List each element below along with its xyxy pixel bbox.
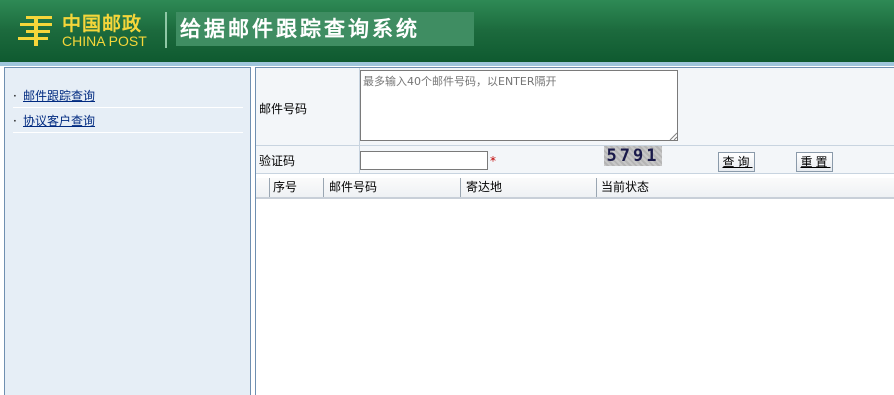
header-divider: [165, 12, 167, 48]
row-divider: [256, 145, 894, 146]
query-button[interactable]: 查询: [718, 152, 755, 172]
china-post-logo-icon: [18, 16, 52, 46]
column-header-destination: 寄达地: [460, 178, 598, 197]
bullet: ·: [13, 114, 17, 128]
column-header-seq: 序号: [269, 178, 325, 197]
logo-text-cn: 中国邮政: [62, 13, 143, 35]
mail-number-label: 邮件号码: [259, 102, 308, 116]
captcha-input[interactable]: [360, 151, 488, 170]
row-divider: [256, 173, 894, 174]
reset-button-label: 重置: [800, 155, 831, 169]
query-button-label: 查询: [722, 155, 753, 169]
resize-grip-icon[interactable]: [669, 132, 678, 141]
main-panel: 邮件号码 验证码 * 5791 查询 重置 序号 邮件号码 寄达地 当前状态: [255, 67, 894, 395]
sidebar-link-agreement-customer[interactable]: 协议客户查询: [23, 114, 95, 128]
captcha-label: 验证码: [259, 154, 296, 168]
sidebar-item-mail-tracking[interactable]: · 邮件跟踪查询: [13, 85, 243, 108]
results-table-header: 序号 邮件号码 寄达地 当前状态: [256, 178, 894, 199]
header-strip: [0, 62, 894, 66]
results-table-body: [256, 199, 894, 395]
column-header-current-status: 当前状态: [596, 178, 891, 197]
logo-text-en: CHINA POST: [62, 33, 147, 49]
sidebar-item-agreement-customer[interactable]: · 协议客户查询: [13, 110, 243, 133]
sidebar: · 邮件跟踪查询 · 协议客户查询: [4, 67, 251, 395]
reset-button[interactable]: 重置: [796, 152, 833, 172]
sidebar-link-mail-tracking[interactable]: 邮件跟踪查询: [23, 89, 95, 103]
required-mark: *: [490, 154, 496, 168]
bullet: ·: [13, 89, 17, 103]
query-form: 邮件号码 验证码 * 5791 查询 重置: [256, 68, 894, 174]
header-banner: 中国邮政 CHINA POST 给据邮件跟踪查询系统: [0, 0, 894, 62]
column-header-mail-number: 邮件号码: [323, 178, 464, 197]
page-title: 给据邮件跟踪查询系统: [176, 12, 474, 46]
captcha-image: 5791: [604, 146, 662, 166]
mail-number-textarea[interactable]: [360, 70, 678, 141]
